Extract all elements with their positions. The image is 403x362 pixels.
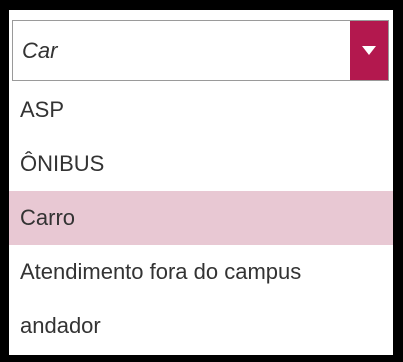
option-andador[interactable]: andador	[9, 299, 393, 353]
select-input[interactable]: Car	[12, 20, 389, 81]
option-atendimento-fora-do-campus[interactable]: Atendimento fora do campus	[9, 245, 393, 299]
select-value[interactable]: Car	[22, 21, 57, 80]
option-asp[interactable]: ASP	[9, 83, 393, 137]
option-onibus[interactable]: ÔNIBUS	[9, 137, 393, 191]
chevron-down-icon	[362, 46, 376, 55]
dropdown-panel: Car ASP ÔNIBUS Carro Atendimento fora do…	[9, 10, 393, 355]
options-list: ASP ÔNIBUS Carro Atendimento fora do cam…	[9, 83, 393, 353]
option-carro[interactable]: Carro	[9, 191, 393, 245]
dropdown-toggle-button[interactable]	[350, 21, 388, 80]
